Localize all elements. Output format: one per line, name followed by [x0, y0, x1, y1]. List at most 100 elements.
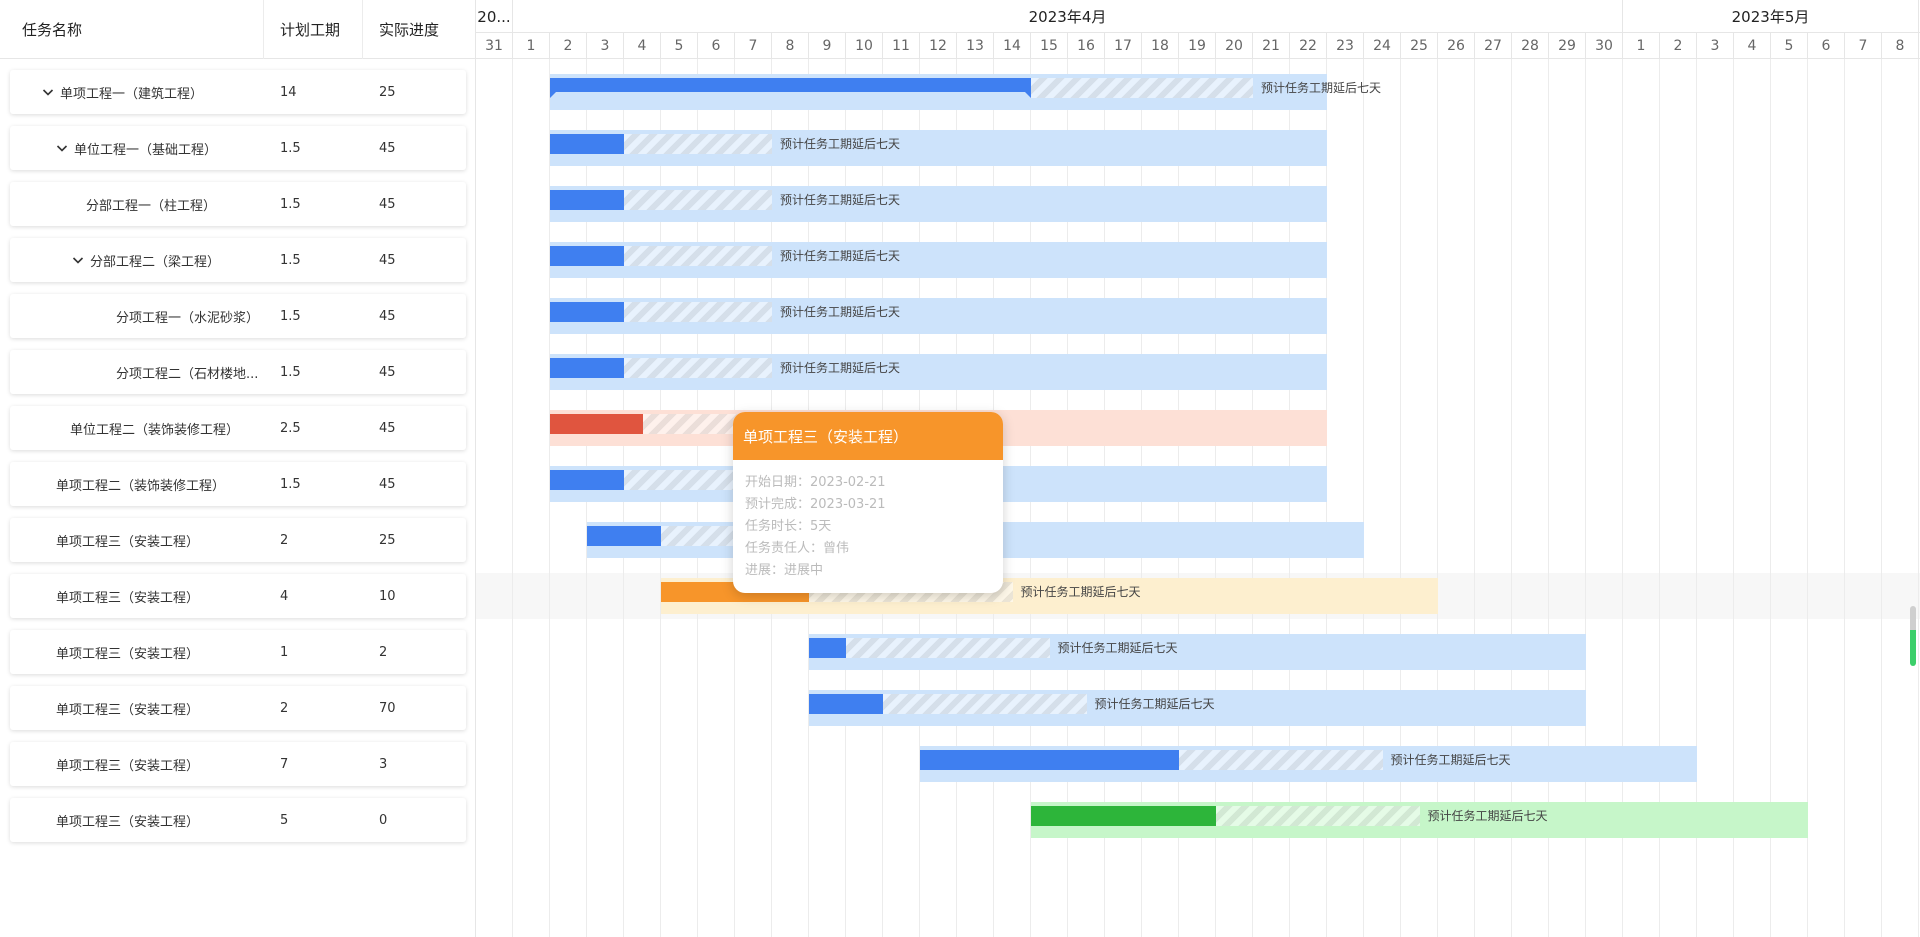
- task-bar-expected-range: [624, 358, 772, 378]
- task-name-cell: 单项工程三（安装工程）: [10, 587, 264, 606]
- task-bar-expected-range: [1216, 806, 1420, 826]
- timeline-day: 18: [1142, 33, 1179, 59]
- task-row[interactable]: 单项工程一（建筑工程） 14 25: [10, 70, 466, 114]
- timeline-day: 21: [1253, 33, 1290, 59]
- task-bar-progress[interactable]: [550, 470, 624, 490]
- timeline-day: 31: [476, 33, 513, 59]
- task-row[interactable]: 单项工程三（安装工程） 5 0: [10, 798, 466, 842]
- timeline-day: 2: [1660, 33, 1697, 59]
- task-bar-label: 预计任务工期延后七天: [1427, 809, 1548, 823]
- task-bar-expected-range: [1031, 78, 1253, 98]
- vertical-scrollbar-handle[interactable]: [1910, 606, 1916, 666]
- timeline-day: 7: [735, 33, 772, 59]
- timeline-day: 22: [1290, 33, 1327, 59]
- task-bar-progress[interactable]: [550, 78, 1031, 92]
- header-task-name[interactable]: 任务名称: [0, 0, 264, 59]
- timeline-day: 15: [1031, 33, 1068, 59]
- timeline-day: 6: [698, 33, 735, 59]
- timeline-day: 1: [513, 33, 550, 59]
- timeline-day: 28: [1512, 33, 1549, 59]
- timeline-month: 2023年5月: [1623, 0, 1919, 33]
- task-name-cell: 单项工程一（建筑工程）: [10, 83, 264, 102]
- task-actual-progress: 10: [379, 588, 396, 604]
- task-bar-progress[interactable]: [809, 638, 846, 658]
- task-plan-duration: 2.5: [280, 420, 301, 436]
- task-row[interactable]: 单项工程三（安装工程） 7 3: [10, 742, 466, 786]
- task-name-cell: 单位工程一（基础工程）: [10, 139, 264, 158]
- timeline-day: 3: [1697, 33, 1734, 59]
- task-row[interactable]: 单位工程二（装饰装修工程） 2.5 45: [10, 406, 466, 450]
- task-bar-progress[interactable]: [550, 134, 624, 154]
- grid-line: [512, 59, 513, 937]
- tooltip-duration: 任务时长：5天: [745, 519, 832, 534]
- timeline-day: 29: [1549, 33, 1586, 59]
- timeline-day: 9: [809, 33, 846, 59]
- summary-bar-end-marker: [550, 92, 556, 98]
- task-row[interactable]: 分项工程一（水泥砂浆） 1.5 45: [10, 294, 466, 338]
- task-name-text: 单项工程一（建筑工程）: [60, 86, 204, 102]
- tooltip-end-date: 预计完成：2023-03-21: [745, 497, 886, 512]
- task-bar-expected-range: [624, 190, 772, 210]
- chevron-down-icon[interactable]: [54, 140, 70, 156]
- timeline-day: 8: [772, 33, 809, 59]
- timeline-day: 1: [1623, 33, 1660, 59]
- task-actual-progress: 45: [379, 476, 396, 492]
- task-bar-progress[interactable]: [809, 694, 883, 714]
- task-row[interactable]: 单项工程三（安装工程） 1 2: [10, 630, 466, 674]
- tooltip-owner: 任务责任人：曾伟: [745, 541, 850, 556]
- task-row[interactable]: 分项工程二（石材楼地... 1.5 45: [10, 350, 466, 394]
- timeline-month: 2023年4月: [513, 0, 1623, 33]
- header-plan-duration[interactable]: 计划工期: [264, 0, 363, 59]
- timeline-day: 30: [1586, 33, 1623, 59]
- header-actual-progress[interactable]: 实际进度: [363, 0, 476, 59]
- task-row[interactable]: 分部工程一（柱工程） 1.5 45: [10, 182, 466, 226]
- task-bar-progress[interactable]: [550, 246, 624, 266]
- grid-line: [1918, 59, 1919, 937]
- tooltip-status: 进展：进展中: [745, 563, 824, 578]
- task-actual-progress: 45: [379, 196, 396, 212]
- chevron-down-icon[interactable]: [70, 252, 86, 268]
- timeline-day: 25: [1401, 33, 1438, 59]
- task-bar-label: 预计任务工期延后七天: [1057, 641, 1178, 655]
- task-name-cell: 单项工程三（安装工程）: [10, 643, 264, 662]
- timeline-day: 5: [661, 33, 698, 59]
- tooltip-body: 开始日期：2023-02-21 预计完成：2023-03-21 任务时长：5天 …: [733, 460, 1003, 593]
- task-bar-label: 预计任务工期延后七天: [780, 137, 901, 151]
- task-bar-expected-range: [883, 694, 1087, 714]
- task-row[interactable]: 分部工程二（梁工程） 1.5 45: [10, 238, 466, 282]
- timeline-month-row: 20... 2023年4月 2023年5月: [476, 0, 1920, 33]
- task-actual-progress: 45: [379, 308, 396, 324]
- timeline-day: 8: [1882, 33, 1919, 59]
- task-bar-progress[interactable]: [550, 302, 624, 322]
- tooltip-start-date: 开始日期：2023-02-21: [745, 475, 886, 490]
- task-name-text: 单位工程二（装饰装修工程）: [70, 422, 240, 438]
- task-row[interactable]: 单项工程二（装饰装修工程） 1.5 45: [10, 462, 466, 506]
- task-name-cell: 分项工程二（石材楼地...: [10, 363, 264, 382]
- task-bar-progress[interactable]: [920, 750, 1179, 770]
- task-bar-progress[interactable]: [550, 358, 624, 378]
- task-bar-label: 预计任务工期延后七天: [780, 193, 901, 207]
- task-name-text: 单项工程三（安装工程）: [56, 814, 200, 830]
- task-bar-expected-range: [624, 302, 772, 322]
- task-plan-duration: 1.5: [280, 476, 301, 492]
- task-bar-label: 预计任务工期延后七天: [780, 361, 901, 375]
- tooltip-title: 单项工程三（安装工程）: [733, 412, 1003, 460]
- task-row[interactable]: 单位工程一（基础工程） 1.5 45: [10, 126, 466, 170]
- task-bar-progress[interactable]: [550, 190, 624, 210]
- grid-line: [1881, 59, 1882, 937]
- task-name-text: 分项工程一（水泥砂浆）: [116, 310, 260, 326]
- timeline-month: 20...: [476, 0, 513, 33]
- task-bar-progress[interactable]: [550, 414, 643, 434]
- task-plan-duration: 1.5: [280, 196, 301, 212]
- task-bar-progress[interactable]: [1031, 806, 1216, 826]
- timeline-day: 12: [920, 33, 957, 59]
- gantt-body: 预计任务工期延后七天 预计任务工期延后七天 预计任务工期延后七天 预计任务工期延后七天…: [476, 59, 1920, 937]
- task-actual-progress: 3: [379, 756, 388, 772]
- task-row[interactable]: 单项工程三（安装工程） 4 10: [10, 574, 466, 618]
- task-bar-expected-range: [846, 638, 1050, 658]
- task-row[interactable]: 单项工程三（安装工程） 2 25: [10, 518, 466, 562]
- task-row[interactable]: 单项工程三（安装工程） 2 70: [10, 686, 466, 730]
- task-bar-progress[interactable]: [587, 526, 661, 546]
- timeline-day-row: 31 1 2 3 4 5 6 7 8 9 10 11 12 13 14 15 16 17 18 19 20 21 22 23 2…: [476, 33, 1920, 59]
- chevron-down-icon[interactable]: [40, 84, 56, 100]
